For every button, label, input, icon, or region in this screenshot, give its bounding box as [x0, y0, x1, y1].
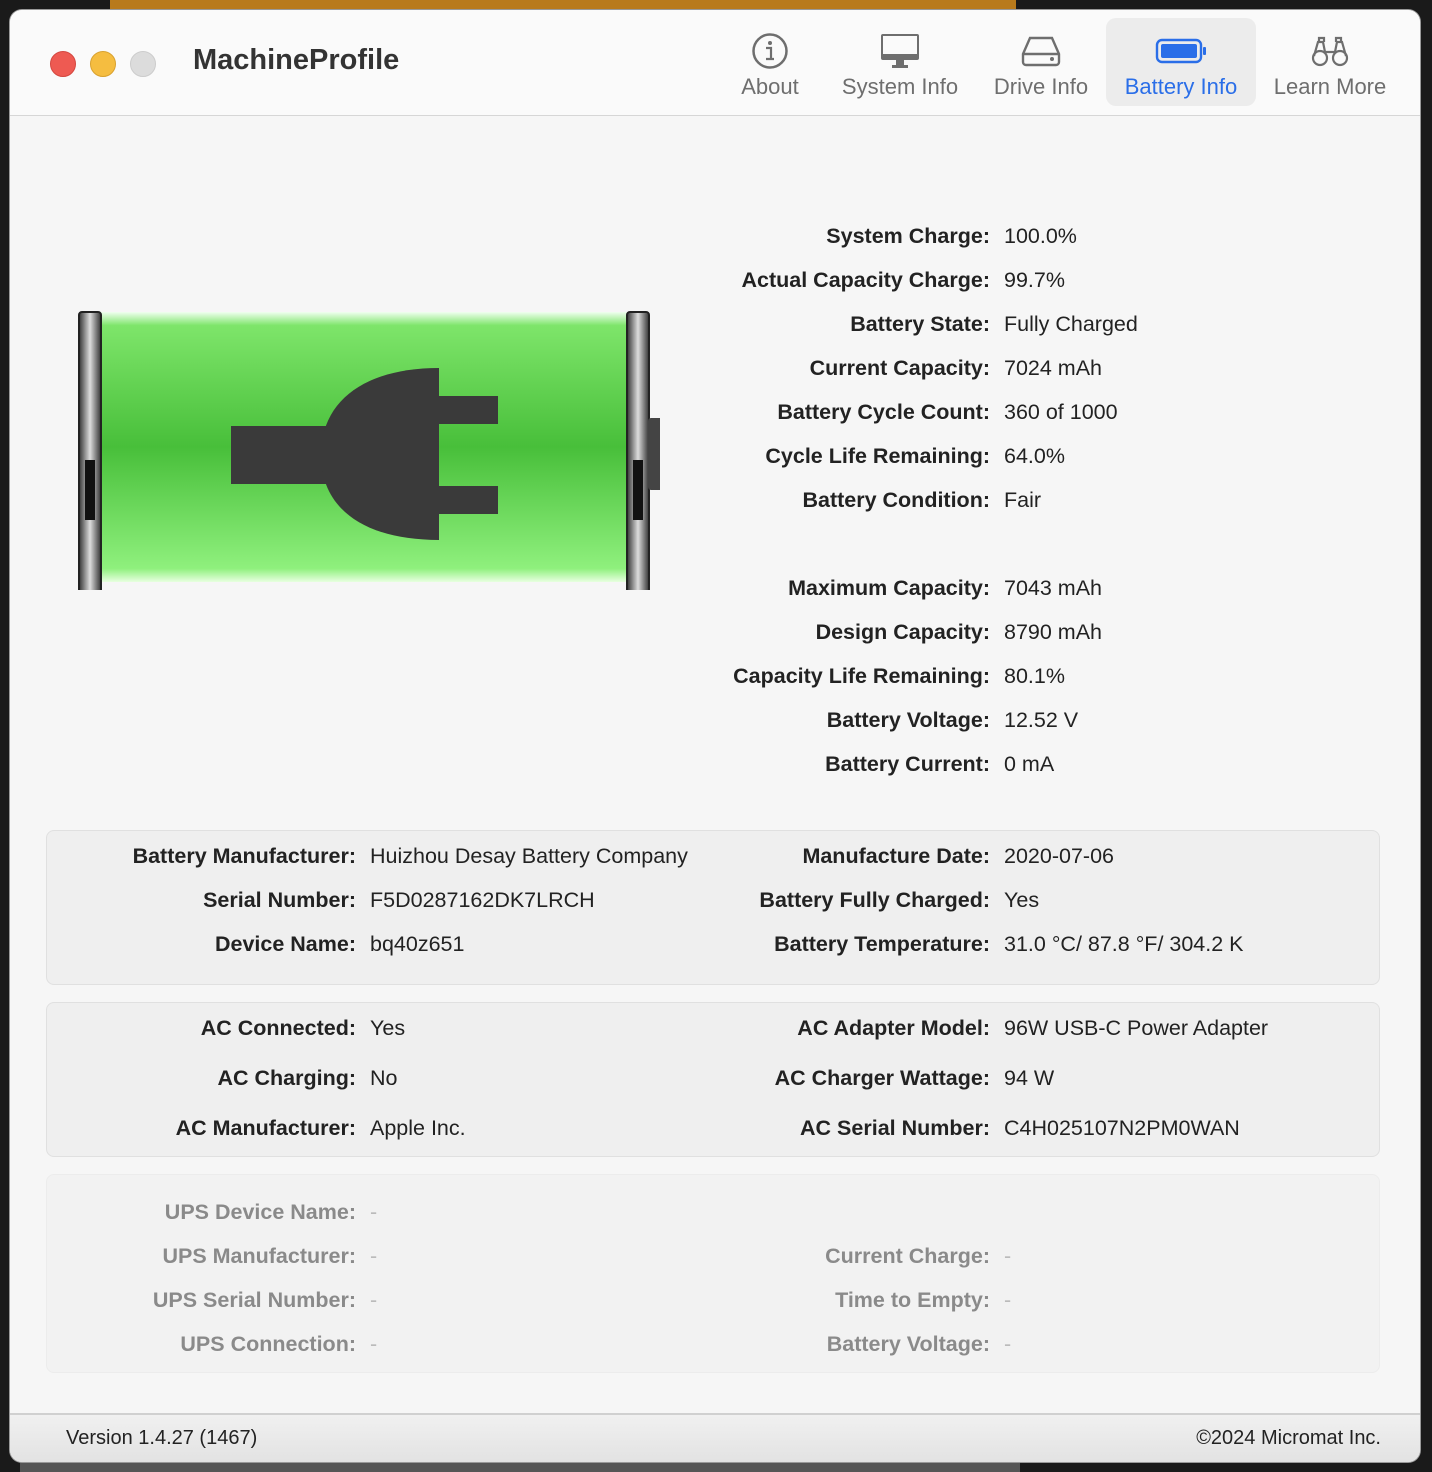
tab-label: System Info [841, 74, 959, 99]
field-value: 7024 mAh [1004, 356, 1103, 380]
binoculars-icon [1311, 36, 1349, 67]
field-value: Apple Inc. [370, 1116, 466, 1140]
app-window: MachineProfile About System Info Drive I… [10, 10, 1420, 1462]
field-value: 31.0 °C/ 87.8 °F/ 304.2 K [1004, 932, 1244, 956]
tab-label: Drive Info [993, 74, 1089, 99]
field-value: 7043 mAh [1004, 576, 1103, 600]
battery-right-cap [626, 311, 650, 590]
field-value: - [1004, 1332, 1012, 1356]
field-value: 0 mA [1004, 752, 1055, 776]
field-label: Current Charge: [825, 1244, 990, 1268]
field-label: Capacity Life Remaining: [733, 664, 990, 688]
footer: Version 1.4.27 (1467) ©2024 Micromat Inc… [10, 1413, 1420, 1462]
field-value: 12.52 V [1004, 708, 1079, 732]
field-value: 64.0% [1004, 444, 1065, 468]
field-label: Current Capacity: [809, 356, 990, 380]
monitor-icon [881, 34, 919, 68]
field-value: bq40z651 [370, 932, 465, 956]
field-label: Battery Voltage: [826, 1332, 990, 1356]
field-label: Time to Empty: [835, 1288, 990, 1312]
field-label: AC Connected: [200, 1016, 356, 1040]
field-value: Yes [1004, 888, 1040, 912]
field-label: Battery Voltage: [826, 708, 990, 732]
field-value: No [370, 1066, 398, 1090]
field-label: Battery State: [850, 312, 990, 336]
field-value: - [370, 1288, 378, 1312]
field-label: Battery Cycle Count: [777, 400, 990, 424]
field-value: F5D0287162DK7LRCH [370, 888, 595, 912]
field-label: Actual Capacity Charge: [741, 268, 990, 292]
field-value: - [370, 1200, 378, 1224]
battery-icon [1155, 38, 1206, 64]
field-label: AC Charging: [217, 1066, 356, 1090]
zoom-button[interactable] [130, 51, 156, 77]
close-button[interactable] [50, 51, 76, 77]
field-label: UPS Manufacturer: [162, 1244, 356, 1268]
tab-battery-info[interactable]: Battery Info [1106, 18, 1256, 106]
title-bar: MachineProfile About System Info Drive I… [10, 10, 1420, 116]
field-label: Design Capacity: [815, 620, 990, 644]
field-value: 2020-07-06 [1004, 844, 1114, 868]
field-label: AC Charger Wattage: [774, 1066, 990, 1090]
battery-terminal [648, 418, 660, 490]
tab-label: About [741, 74, 799, 99]
field-label: Cycle Life Remaining: [765, 444, 990, 468]
field-label: AC Serial Number: [800, 1116, 990, 1140]
field-label: UPS Connection: [180, 1332, 356, 1356]
field-label: System Charge: [826, 224, 990, 248]
field-value: - [1004, 1288, 1012, 1312]
field-value: Fair [1004, 488, 1042, 512]
field-label: Device Name: [214, 932, 356, 956]
field-label: Battery Manufacturer: [132, 844, 356, 868]
field-value: 360 of 1000 [1004, 400, 1118, 424]
field-value: 96W USB-C Power Adapter [1004, 1016, 1269, 1040]
field-value: 100.0% [1004, 224, 1077, 248]
tab-about[interactable]: About [722, 18, 818, 106]
field-value: C4H025107N2PM0WAN [1004, 1116, 1240, 1140]
field-label: UPS Device Name: [164, 1200, 356, 1224]
copyright-label: ©2024 Micromat Inc. [1196, 1427, 1381, 1449]
minimize-button[interactable] [90, 51, 116, 77]
field-value: - [370, 1332, 378, 1356]
tab-system-info[interactable]: System Info [832, 18, 968, 106]
field-label: AC Manufacturer: [175, 1116, 356, 1140]
field-label: Battery Condition: [802, 488, 990, 512]
field-label: Battery Fully Charged: [759, 888, 990, 912]
drive-icon [1021, 36, 1061, 67]
field-value: 94 W [1004, 1066, 1055, 1090]
field-value: 99.7% [1004, 268, 1065, 292]
tab-learn-more[interactable]: Learn More [1266, 18, 1394, 106]
field-label: Maximum Capacity: [788, 576, 990, 600]
field-label: Serial Number: [203, 888, 356, 912]
version-label: Version 1.4.27 (1467) [66, 1427, 258, 1449]
battery-charge-graphic [78, 311, 660, 590]
tab-label: Learn More [1273, 74, 1387, 99]
field-label: UPS Serial Number: [152, 1288, 356, 1312]
field-label: Battery Temperature: [774, 932, 990, 956]
field-value: 80.1% [1004, 664, 1065, 688]
app-title: MachineProfile [193, 44, 400, 76]
tab-label: Battery Info [1124, 74, 1238, 99]
field-value: Fully Charged [1004, 312, 1138, 336]
field-label: Battery Current: [825, 752, 990, 776]
info-icon [752, 33, 788, 69]
field-value: - [370, 1244, 378, 1268]
field-value: - [1004, 1244, 1012, 1268]
tab-drive-info[interactable]: Drive Info [986, 18, 1096, 106]
field-label: AC Adapter Model: [797, 1016, 990, 1040]
field-value: 8790 mAh [1004, 620, 1103, 644]
field-value: Yes [370, 1016, 406, 1040]
field-label: Manufacture Date: [802, 844, 990, 868]
field-value: Huizhou Desay Battery Company [370, 844, 688, 868]
battery-left-cap [78, 311, 102, 590]
